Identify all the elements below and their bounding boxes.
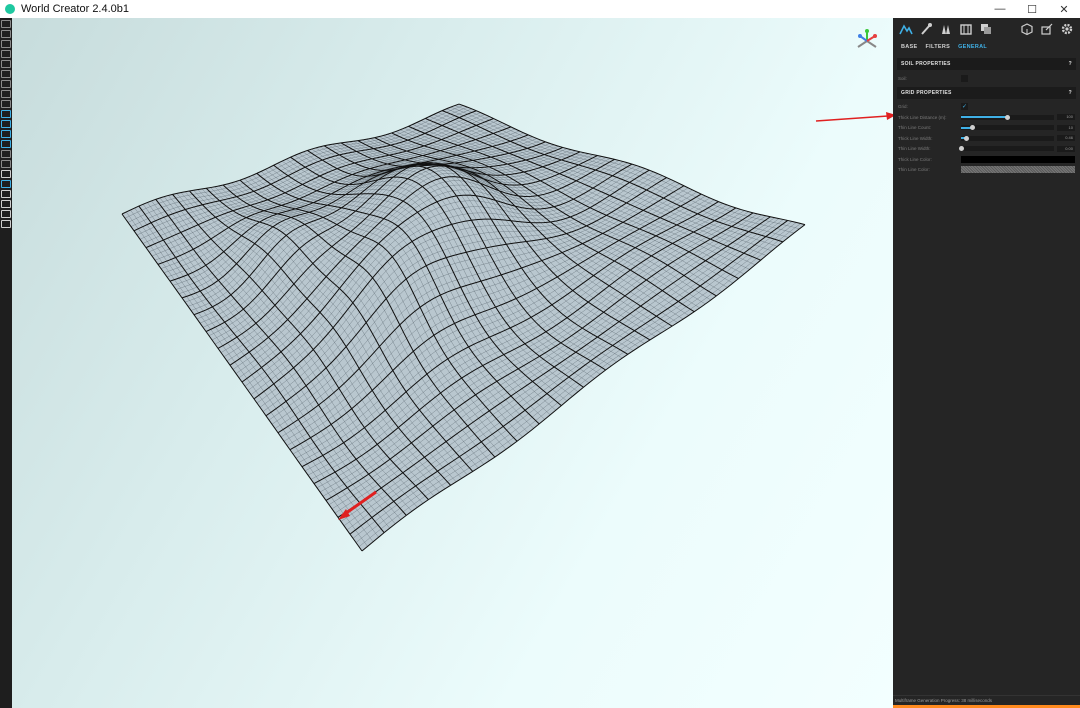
thick-line-width-value[interactable]: 0.46	[1057, 135, 1075, 142]
grid-label: Grid:	[898, 104, 908, 110]
terrain-icon[interactable]	[1, 110, 11, 118]
paint-icon[interactable]	[919, 22, 933, 36]
map-icon[interactable]	[1, 80, 11, 88]
thin-line-width-value[interactable]: 0.00	[1057, 145, 1075, 152]
thin-line-color-row: Thin Line Color:	[893, 165, 1080, 176]
grid-help-button[interactable]: ?	[1069, 90, 1072, 96]
grid-row: Grid: ✓	[893, 102, 1080, 113]
thin-line-count-label: Thin Line Count:	[898, 125, 932, 131]
panel-tabs: BASE FILTERS GENERAL	[893, 40, 1080, 54]
thick-line-width-slider[interactable]	[961, 135, 1054, 141]
thick-line-distance-slider[interactable]	[961, 114, 1054, 120]
thick-line-color-swatch[interactable]	[961, 155, 1075, 163]
open-recent-icon[interactable]	[1, 40, 11, 48]
thin-line-width-label: Thin Line Width:	[898, 146, 931, 152]
annotation-arrow-panel	[815, 112, 896, 122]
forest-icon[interactable]	[1, 130, 11, 138]
axis-gizmo-icon[interactable]	[854, 28, 880, 54]
title-bar: World Creator 2.4.0b1 — ☐ ✕	[0, 0, 1080, 18]
cube-icon[interactable]	[1020, 22, 1034, 36]
thin-line-color-swatch[interactable]	[961, 166, 1075, 174]
save-as-icon[interactable]	[1, 60, 11, 68]
path-icon[interactable]	[1, 150, 11, 158]
open-file-icon[interactable]	[1, 30, 11, 38]
grid-checkbox[interactable]: ✓	[961, 103, 968, 111]
left-toolbar	[0, 18, 12, 708]
forest-icon[interactable]	[939, 22, 953, 36]
tab-filters[interactable]: FILTERS	[925, 44, 950, 50]
thick-line-color-row: Thick Line Color:	[893, 154, 1080, 165]
thick-line-width-label: Thick Line Width:	[898, 135, 933, 141]
grass-icon[interactable]	[1, 140, 11, 148]
window-title: World Creator 2.4.0b1	[21, 3, 130, 15]
image-icon[interactable]	[1, 190, 11, 198]
paint-icon[interactable]	[1, 120, 11, 128]
soil-properties-title: SOIL PROPERTIES	[901, 61, 951, 67]
soil-properties-header[interactable]: SOIL PROPERTIES ?	[897, 58, 1076, 70]
slider-knob[interactable]	[958, 146, 964, 152]
thin-line-count-value[interactable]: 10	[1057, 124, 1075, 131]
slider-knob[interactable]	[964, 135, 970, 141]
annotation-arrow-terrain	[338, 490, 377, 520]
tab-base[interactable]: BASE	[901, 44, 917, 50]
terrain-mesh[interactable]	[12, 18, 893, 708]
terrain-icon[interactable]	[899, 22, 913, 36]
panel-icon-bar	[893, 18, 1080, 40]
tab-general[interactable]: GENERAL	[958, 44, 987, 50]
export-icon[interactable]	[1, 70, 11, 78]
thick-line-distance-row: Thick Line Distance (m): 100	[893, 112, 1080, 123]
soil-checkbox[interactable]	[961, 74, 968, 82]
map-icon[interactable]	[959, 22, 973, 36]
new-file-icon[interactable]	[1, 20, 11, 28]
sphere-icon[interactable]	[1, 200, 11, 208]
thick-line-distance-value[interactable]: 100	[1057, 114, 1075, 121]
3d-viewport[interactable]	[12, 18, 893, 708]
properties-panel: BASE FILTERS GENERAL SOIL PROPERTIES ? S…	[893, 18, 1080, 708]
slider-knob[interactable]	[969, 125, 975, 131]
share-icon[interactable]	[1040, 22, 1054, 36]
window-controls: — ☐ ✕	[984, 0, 1080, 18]
status-text: Multiframe Generation Progress: 38 milli…	[893, 695, 1080, 705]
grid-properties-header[interactable]: GRID PROPERTIES ?	[897, 86, 1076, 99]
save-icon[interactable]	[1, 50, 11, 58]
app-logo-icon	[5, 4, 15, 14]
soil-label: Soil:	[898, 75, 907, 81]
close-button[interactable]: ✕	[1048, 0, 1080, 18]
layer-icon[interactable]	[1, 160, 11, 168]
star-icon[interactable]	[1, 210, 11, 218]
globe-icon[interactable]	[1, 100, 11, 108]
slider-knob[interactable]	[1005, 114, 1010, 120]
grid-icon[interactable]	[1, 180, 11, 188]
thin-line-color-label: Thin Line Color:	[898, 167, 930, 173]
soil-help-button[interactable]: ?	[1069, 61, 1072, 67]
thick-line-color-label: Thick Line Color:	[898, 156, 932, 162]
grid-properties-title: GRID PROPERTIES	[901, 89, 952, 96]
thin-line-count-slider[interactable]	[961, 125, 1054, 131]
layers-icon[interactable]	[979, 22, 993, 36]
cross-icon[interactable]	[1, 170, 11, 178]
thin-line-count-row: Thin Line Count: 10	[893, 123, 1080, 134]
thin-line-width-slider[interactable]	[958, 146, 1054, 152]
brush-icon[interactable]	[1, 90, 11, 98]
thick-line-distance-label: Thick Line Distance (m):	[898, 114, 947, 120]
gear-icon[interactable]	[1060, 22, 1074, 36]
soil-row: Soil:	[893, 73, 1080, 84]
maximize-button[interactable]: ☐	[1016, 0, 1048, 18]
minimize-button[interactable]: —	[984, 0, 1016, 18]
hand-icon[interactable]	[1, 220, 11, 228]
thin-line-width-row: Thin Line Width: 0.00	[893, 144, 1080, 155]
thick-line-width-row: Thick Line Width: 0.46	[893, 133, 1080, 144]
